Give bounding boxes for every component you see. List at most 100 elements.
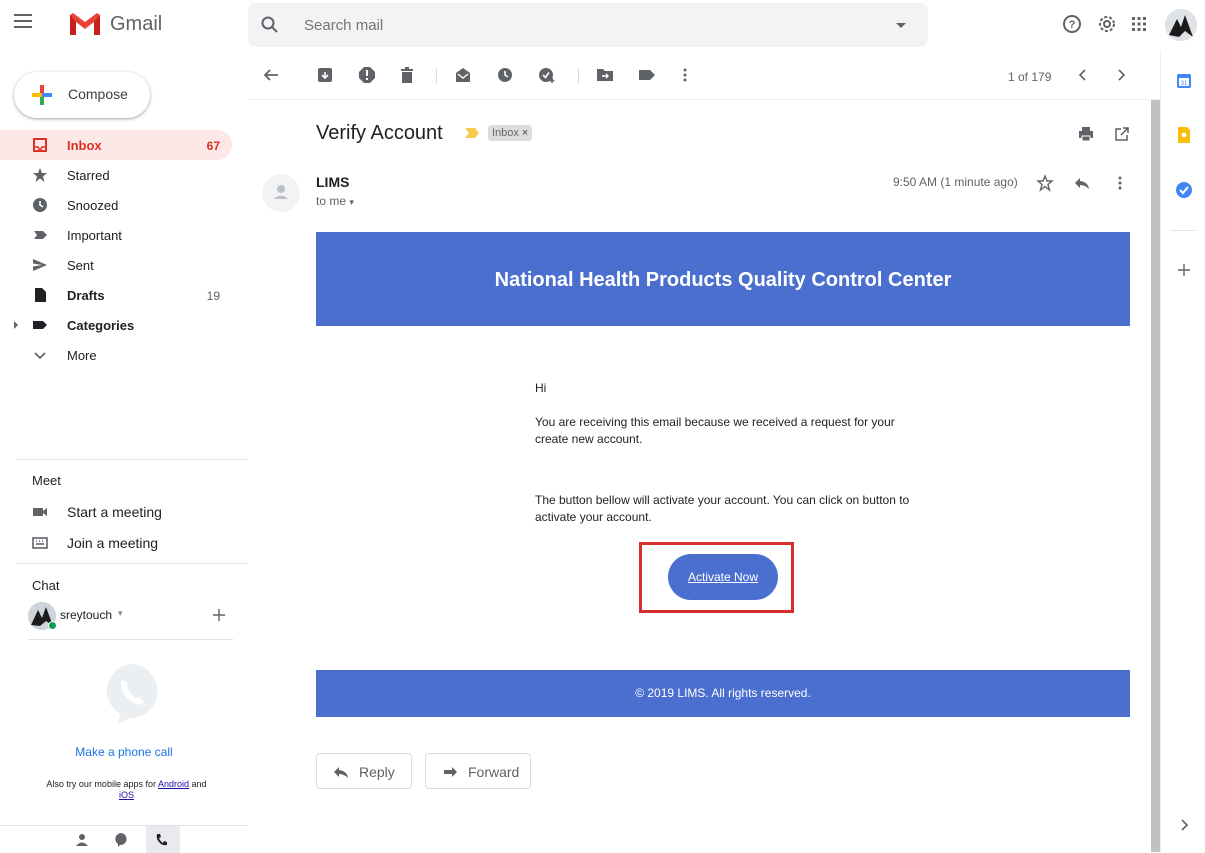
help-icon[interactable]: ? xyxy=(1060,12,1084,36)
chat-user-item[interactable]: sreytouch ▾ xyxy=(28,600,248,630)
expand-caret-icon[interactable] xyxy=(12,320,20,330)
snooze-icon[interactable] xyxy=(496,66,514,84)
label-icon[interactable] xyxy=(638,66,656,84)
email-footer: © 2019 LIMS. All rights reserved. xyxy=(316,670,1130,717)
search-input[interactable] xyxy=(304,3,864,47)
pagination-count: 1 of 179 xyxy=(1008,70,1052,84)
search-options-icon[interactable] xyxy=(894,18,908,32)
start-meeting-label: Start a meeting xyxy=(67,504,162,520)
nav-label: Sent xyxy=(67,258,94,273)
nav-item-starred[interactable]: Starred xyxy=(0,160,232,190)
nav-label: Important xyxy=(67,228,122,243)
menu-icon[interactable] xyxy=(14,14,32,30)
inbox-label-chip: Inbox × xyxy=(488,125,533,141)
svg-text:31: 31 xyxy=(1181,81,1188,87)
search-icon[interactable] xyxy=(260,15,280,35)
nav-label: Snoozed xyxy=(67,198,119,213)
chevron-down-icon xyxy=(34,352,46,360)
sender-name[interactable]: LIMS xyxy=(316,174,349,190)
divider xyxy=(16,563,248,564)
banner-title: National Health Products Quality Control… xyxy=(494,269,952,291)
activate-now-button[interactable]: Activate Now xyxy=(668,554,778,600)
nav-item-important[interactable]: Important xyxy=(0,220,232,250)
email-subject: Verify Account xyxy=(316,122,443,144)
nav-item-categories[interactable]: Categories xyxy=(0,310,232,340)
inbox-icon xyxy=(33,138,47,152)
chat-status-caret-icon[interactable]: ▾ xyxy=(118,608,123,619)
email-banner: National Health Products Quality Control… xyxy=(316,232,1130,326)
gmail-logo[interactable]: Gmail xyxy=(68,9,188,39)
important-marker-icon[interactable] xyxy=(464,127,480,139)
start-meeting-item[interactable]: Start a meeting xyxy=(0,498,248,526)
older-chevron-icon[interactable] xyxy=(1112,66,1130,84)
inbox-chip-label: Inbox xyxy=(492,127,519,139)
recipient-caret-icon[interactable]: ▾ xyxy=(349,197,354,207)
print-icon[interactable] xyxy=(1078,126,1094,142)
nav-label: Categories xyxy=(67,318,135,333)
make-phone-call-link[interactable]: Make a phone call xyxy=(0,745,248,759)
tasks-icon[interactable] xyxy=(1175,181,1193,199)
chat-tabs xyxy=(0,825,248,853)
remove-label-icon[interactable]: × xyxy=(522,127,528,139)
calendar-icon[interactable]: 31 xyxy=(1175,72,1193,90)
person-icon[interactable] xyxy=(74,832,90,848)
forward-button[interactable]: Forward xyxy=(425,753,531,789)
android-link[interactable]: Android xyxy=(158,779,189,789)
scrollbar-thumb[interactable] xyxy=(1151,100,1160,852)
settings-icon[interactable] xyxy=(1095,12,1119,36)
side-panel: 31 xyxy=(1160,50,1205,852)
recipient-details[interactable]: to me ▾ xyxy=(316,194,354,208)
toolbar-separator xyxy=(578,68,579,84)
account-avatar[interactable] xyxy=(1165,9,1197,41)
reply-button[interactable]: Reply xyxy=(316,753,412,789)
important-icon xyxy=(34,231,47,239)
email-paragraph-2: The button bellow will activate your acc… xyxy=(535,493,910,524)
join-meeting-label: Join a meeting xyxy=(67,535,159,551)
ios-link[interactable]: iOS xyxy=(119,790,134,800)
apps-icon[interactable] xyxy=(1127,12,1151,36)
gmail-m-icon xyxy=(70,13,100,35)
star-icon[interactable] xyxy=(1036,174,1054,192)
nav-label: Inbox xyxy=(67,138,102,153)
hangouts-icon[interactable] xyxy=(113,832,129,848)
recipient-label: to me xyxy=(316,194,347,208)
search-bar[interactable] xyxy=(248,3,928,47)
more-options-icon[interactable] xyxy=(676,66,694,84)
nav-label: More xyxy=(67,348,97,363)
expand-panel-chevron-icon[interactable] xyxy=(1175,816,1193,834)
nav-item-sent[interactable]: Sent xyxy=(0,250,232,280)
nav-item-drafts[interactable]: Drafts 19 xyxy=(0,280,232,310)
chat-user-name: sreytouch xyxy=(60,608,113,622)
move-to-icon[interactable] xyxy=(596,66,614,84)
more-options-icon[interactable] xyxy=(1111,174,1129,192)
online-status-dot xyxy=(48,621,57,630)
get-add-ons-plus-icon[interactable] xyxy=(1175,261,1193,279)
add-to-tasks-icon[interactable] xyxy=(538,66,556,84)
archive-icon[interactable] xyxy=(316,66,334,84)
send-icon xyxy=(33,259,47,271)
report-spam-icon[interactable] xyxy=(358,66,376,84)
newer-chevron-icon[interactable] xyxy=(1074,66,1092,84)
highlight-box: Activate Now xyxy=(639,542,794,613)
nav-item-inbox[interactable]: Inbox 67 xyxy=(0,130,232,160)
nav-item-more[interactable]: More xyxy=(0,340,232,370)
compose-plus-icon xyxy=(32,85,52,105)
toolbar-separator xyxy=(436,68,437,84)
open-in-new-window-icon[interactable] xyxy=(1114,126,1130,142)
keep-icon[interactable] xyxy=(1175,126,1193,144)
message-toolbar: 1 of 179 xyxy=(248,50,1160,100)
main-content: 1 of 179 Verify Account Inbox × LIMS to m… xyxy=(248,50,1160,852)
add-chat-icon[interactable] xyxy=(212,608,226,622)
mark-unread-icon[interactable] xyxy=(454,66,472,84)
phone-icon[interactable] xyxy=(154,832,170,848)
chat-title: Chat xyxy=(32,578,60,593)
join-meeting-item[interactable]: Join a meeting xyxy=(0,529,248,557)
sidebar: Compose Inbox 67 Starred Snoozed Importa… xyxy=(0,50,248,853)
back-arrow-icon[interactable] xyxy=(262,66,280,84)
delete-icon[interactable] xyxy=(398,66,416,84)
compose-button[interactable]: Compose xyxy=(14,72,150,118)
sender-avatar[interactable] xyxy=(262,174,300,212)
reply-icon[interactable] xyxy=(1073,174,1091,192)
nav-count: 67 xyxy=(206,139,220,153)
nav-item-snoozed[interactable]: Snoozed xyxy=(0,190,232,220)
